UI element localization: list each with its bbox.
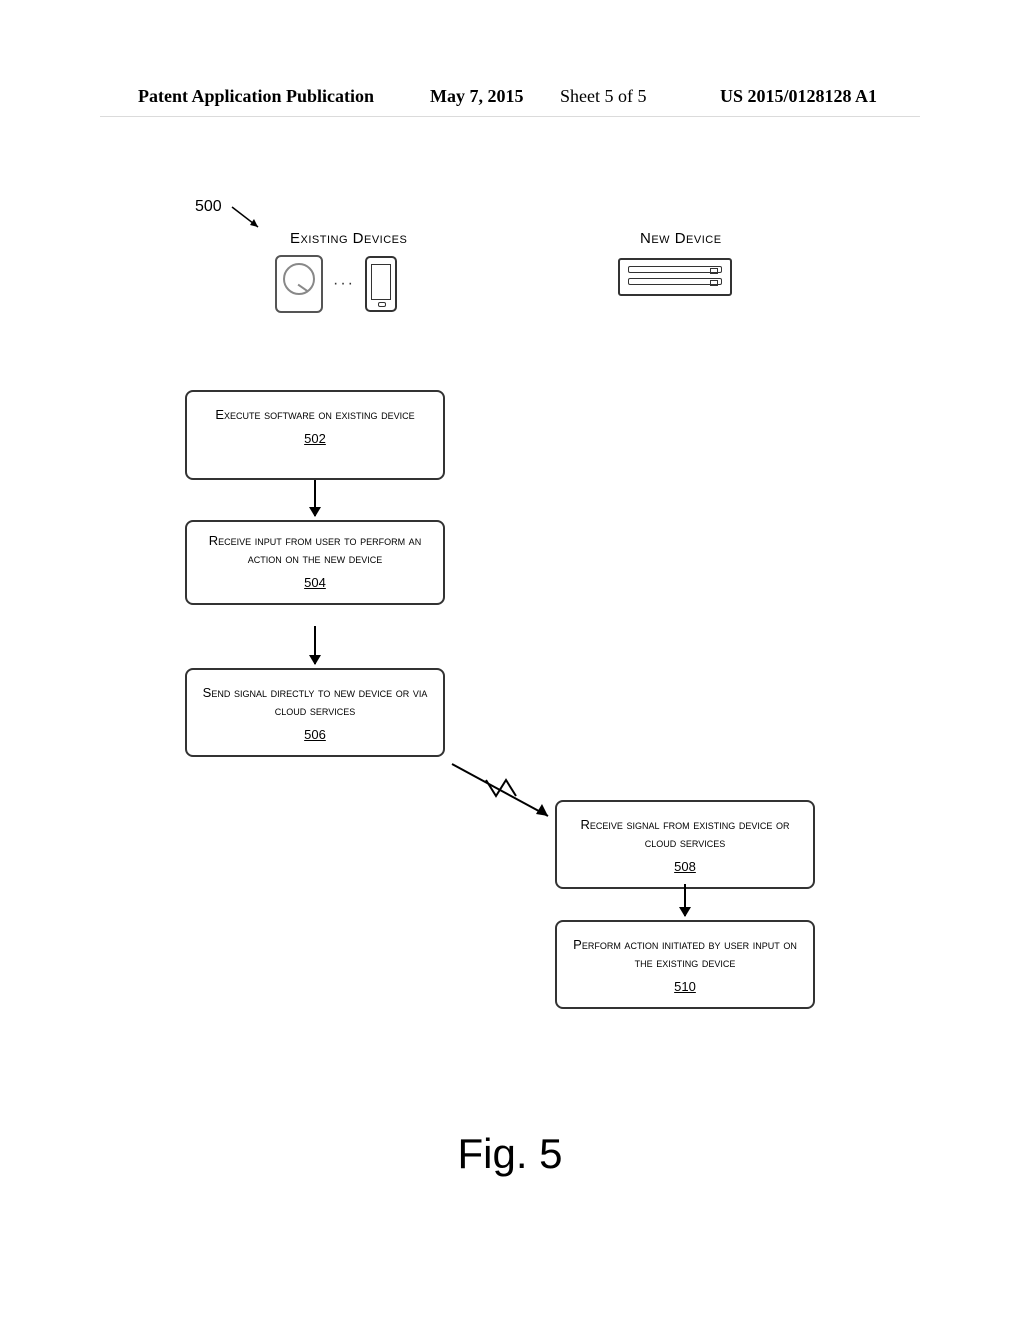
step-502-number: 502 (199, 430, 431, 448)
reference-leader-arrow-icon (230, 205, 270, 235)
publication-label: Patent Application Publication (138, 86, 374, 107)
step-504: Receive input from user to perform an ac… (185, 520, 445, 605)
step-508-number: 508 (569, 858, 801, 876)
step-510: Perform action initiated by user input o… (555, 920, 815, 1009)
wireless-signal-arrow-icon (448, 760, 568, 830)
step-506-number: 506 (199, 726, 431, 744)
step-508-text: Receive signal from existing device or c… (581, 817, 790, 850)
step-506: Send signal directly to new device or vi… (185, 668, 445, 757)
step-510-number: 510 (569, 978, 801, 996)
arrow-508-to-510-icon (684, 884, 686, 916)
patent-page: Patent Application Publication May 7, 20… (0, 0, 1020, 1320)
step-510-text: Perform action initiated by user input o… (573, 937, 797, 970)
hard-disk-icon (275, 255, 323, 313)
arrow-504-to-506-icon (314, 626, 316, 664)
step-504-text: Receive input from user to perform an ac… (209, 533, 421, 566)
sheet-label: Sheet 5 of 5 (560, 86, 646, 107)
publication-number: US 2015/0128128 A1 (720, 86, 877, 107)
arrow-502-to-504-icon (314, 480, 316, 516)
column-heading-existing: Existing Devices (290, 230, 407, 247)
step-506-text: Send signal directly to new device or vi… (203, 685, 428, 718)
media-drive-icon (618, 258, 732, 296)
existing-devices-group: ··· (275, 255, 397, 313)
step-508: Receive signal from existing device or c… (555, 800, 815, 889)
column-heading-new: New Device (640, 230, 722, 247)
step-504-number: 504 (199, 574, 431, 592)
ellipsis: ··· (333, 275, 355, 293)
new-device-group (618, 258, 732, 296)
figure-caption: Fig. 5 (0, 1130, 1020, 1178)
figure-reference-number: 500 (195, 198, 222, 216)
header-rule (100, 116, 920, 117)
step-502-text: Execute software on existing device (215, 407, 414, 422)
phone-icon (365, 256, 397, 312)
publication-date: May 7, 2015 (430, 86, 524, 107)
step-502: Execute software on existing device 502 (185, 390, 445, 480)
